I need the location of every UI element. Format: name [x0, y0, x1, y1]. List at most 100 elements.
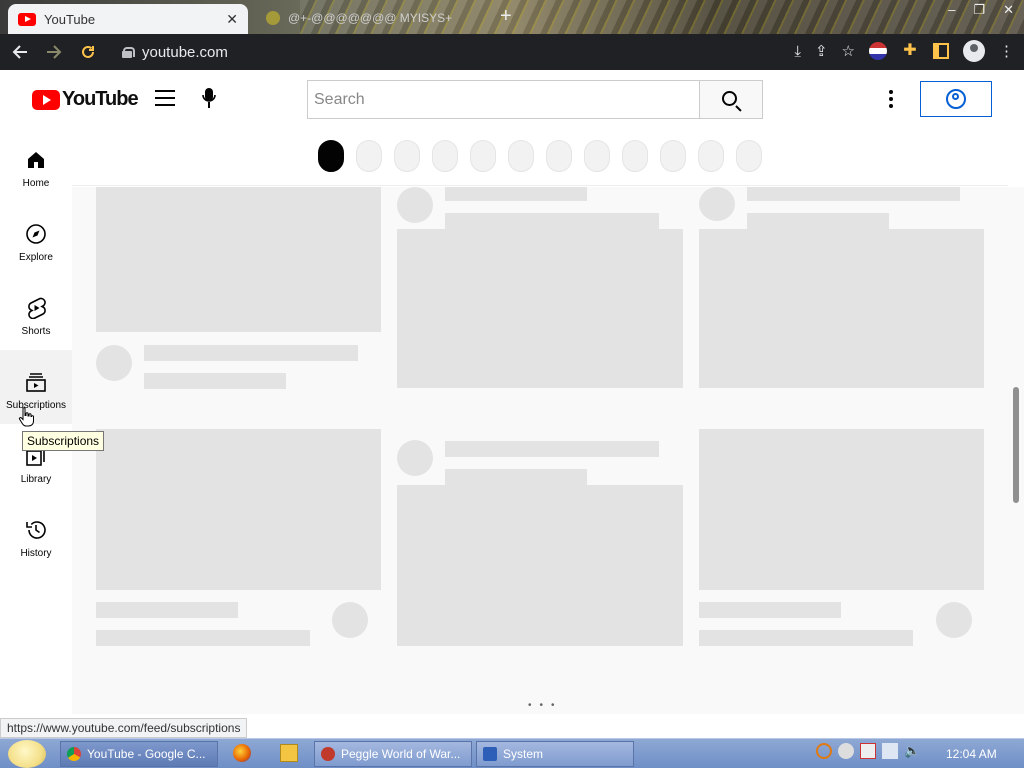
home-icon — [24, 148, 48, 172]
meta-placeholder — [747, 213, 889, 229]
meta-placeholder — [96, 630, 310, 646]
lock-icon[interactable] — [122, 46, 135, 58]
avatar-placeholder — [332, 602, 368, 638]
back-button[interactable] — [6, 38, 34, 66]
title-placeholder — [699, 602, 841, 618]
scrollbar-thumb[interactable] — [1013, 387, 1019, 503]
share-icon[interactable]: ⇪ — [815, 42, 828, 60]
chip[interactable] — [698, 140, 724, 172]
reload-button[interactable] — [74, 38, 102, 66]
firefox-icon[interactable] — [233, 744, 251, 762]
start-button[interactable] — [8, 740, 46, 768]
settings-menu-icon[interactable] — [889, 90, 893, 108]
subscriptions-icon — [24, 370, 48, 394]
folder-icon[interactable] — [280, 744, 298, 762]
extensions-icon[interactable]: ✚ — [901, 42, 919, 60]
peggle-icon — [321, 747, 335, 761]
video-grid-skeleton — [72, 187, 1008, 714]
restore-icon[interactable]: ❐ — [973, 2, 985, 18]
chrome-icon — [67, 747, 81, 761]
sidebar-item-history[interactable]: History — [0, 498, 72, 572]
tab-inactive[interactable]: @+-@@@@@@@ MYISYS+ — [258, 6, 478, 30]
language-flag-icon[interactable] — [869, 42, 887, 60]
window-controls: – ❐ ✕ — [948, 2, 1014, 18]
tab-youtube[interactable]: YouTube ✕ — [8, 4, 248, 34]
chip-selected[interactable] — [318, 140, 344, 172]
address-url[interactable]: youtube.com — [142, 44, 228, 61]
bookmark-star-icon[interactable]: ☆ — [842, 42, 855, 60]
thumbnail-placeholder — [96, 187, 381, 332]
chip[interactable] — [470, 140, 496, 172]
taskbar-button-label: System — [503, 747, 544, 761]
profile-avatar[interactable] — [963, 40, 985, 62]
address-bar[interactable]: youtube.com — [110, 38, 850, 66]
system-icon — [483, 747, 497, 761]
chip-bar — [72, 128, 1008, 186]
status-url-bubble: https://www.youtube.com/feed/subscriptio… — [0, 718, 248, 738]
account-icon — [946, 89, 966, 109]
chip[interactable] — [508, 140, 534, 172]
youtube-logo[interactable]: YouTube — [32, 88, 139, 111]
taskbar-button-chrome[interactable]: YouTube - Google C... — [60, 741, 218, 767]
loading-spinner-icon: ••• — [528, 700, 563, 711]
browser-menu-icon[interactable]: ⋮ — [999, 42, 1014, 60]
taskbar-button-peggle[interactable]: Peggle World of War... — [314, 741, 472, 767]
page-scrollbar[interactable] — [1008, 187, 1024, 714]
tab-close-icon[interactable]: ✕ — [226, 11, 238, 28]
sidebar-item-shorts[interactable]: Shorts — [0, 276, 72, 350]
chip[interactable] — [584, 140, 610, 172]
search-tray-icon[interactable] — [816, 743, 832, 759]
shorts-icon — [24, 296, 48, 320]
taskbar-clock[interactable]: 12:04 AM — [946, 747, 997, 761]
tab-title-inactive: @+-@@@@@@@ MYISYS+ — [288, 11, 453, 25]
logo-text: YouTube — [62, 88, 139, 110]
chip[interactable] — [394, 140, 420, 172]
chip[interactable] — [622, 140, 648, 172]
youtube-header: YouTube Search — [0, 70, 1024, 128]
close-window-icon[interactable]: ✕ — [1003, 2, 1014, 18]
sidebar-item-subscriptions[interactable]: Subscriptions — [0, 350, 72, 424]
volume-icon[interactable]: 🔈 — [904, 743, 920, 759]
sidebar-item-explore[interactable]: Explore — [0, 202, 72, 276]
browser-tab-strip: YouTube ✕ @+-@@@@@@@ MYISYS+ + – ❐ ✕ — [0, 0, 1024, 34]
sidebar-item-label: Library — [20, 474, 52, 485]
sidebar-item-home[interactable]: Home — [0, 128, 72, 202]
hamburger-menu-icon[interactable] — [155, 90, 175, 106]
title-placeholder — [445, 441, 659, 457]
toolbar-actions: ⤓ ⇪ ☆ ✚ ⋮ — [794, 40, 1014, 62]
chip[interactable] — [356, 140, 382, 172]
history-icon — [24, 518, 48, 542]
minimize-icon[interactable]: – — [948, 2, 955, 18]
guide-sidebar: Home Explore Shorts Subscriptions Librar… — [0, 128, 72, 714]
avatar-placeholder — [397, 440, 433, 476]
install-icon[interactable]: ⤓ — [794, 43, 801, 60]
title-placeholder — [144, 345, 358, 361]
avatar-placeholder — [96, 345, 132, 381]
voice-search-icon[interactable] — [202, 88, 216, 110]
thumbnail-placeholder — [699, 429, 984, 590]
smiley-tray-icon[interactable] — [838, 743, 854, 759]
chip[interactable] — [546, 140, 572, 172]
title-placeholder — [445, 187, 587, 201]
display-tray-icon[interactable] — [882, 743, 898, 759]
search-input[interactable]: Search — [307, 80, 700, 119]
new-tab-button[interactable]: + — [500, 5, 512, 28]
thumbnail-placeholder — [397, 485, 683, 646]
sidebar-item-label: Subscriptions — [5, 400, 67, 411]
search-button[interactable] — [699, 80, 763, 119]
chip[interactable] — [660, 140, 686, 172]
sidebar-item-label: History — [20, 548, 52, 559]
subscriptions-tooltip: Subscriptions — [22, 431, 105, 451]
network-tray-icon[interactable] — [860, 743, 876, 759]
chip[interactable] — [736, 140, 762, 172]
taskbar-button-system[interactable]: System — [476, 741, 634, 767]
forward-arrow-icon — [47, 45, 62, 59]
forward-button[interactable] — [40, 38, 68, 66]
side-panel-icon[interactable] — [933, 43, 949, 59]
youtube-favicon-icon — [18, 12, 36, 26]
back-arrow-icon — [12, 45, 27, 59]
hand-cursor-icon — [18, 407, 34, 427]
chip[interactable] — [432, 140, 458, 172]
browser-toolbar: youtube.com ⤓ ⇪ ☆ ✚ ⋮ — [0, 34, 1024, 70]
sign-in-button[interactable] — [920, 81, 992, 117]
